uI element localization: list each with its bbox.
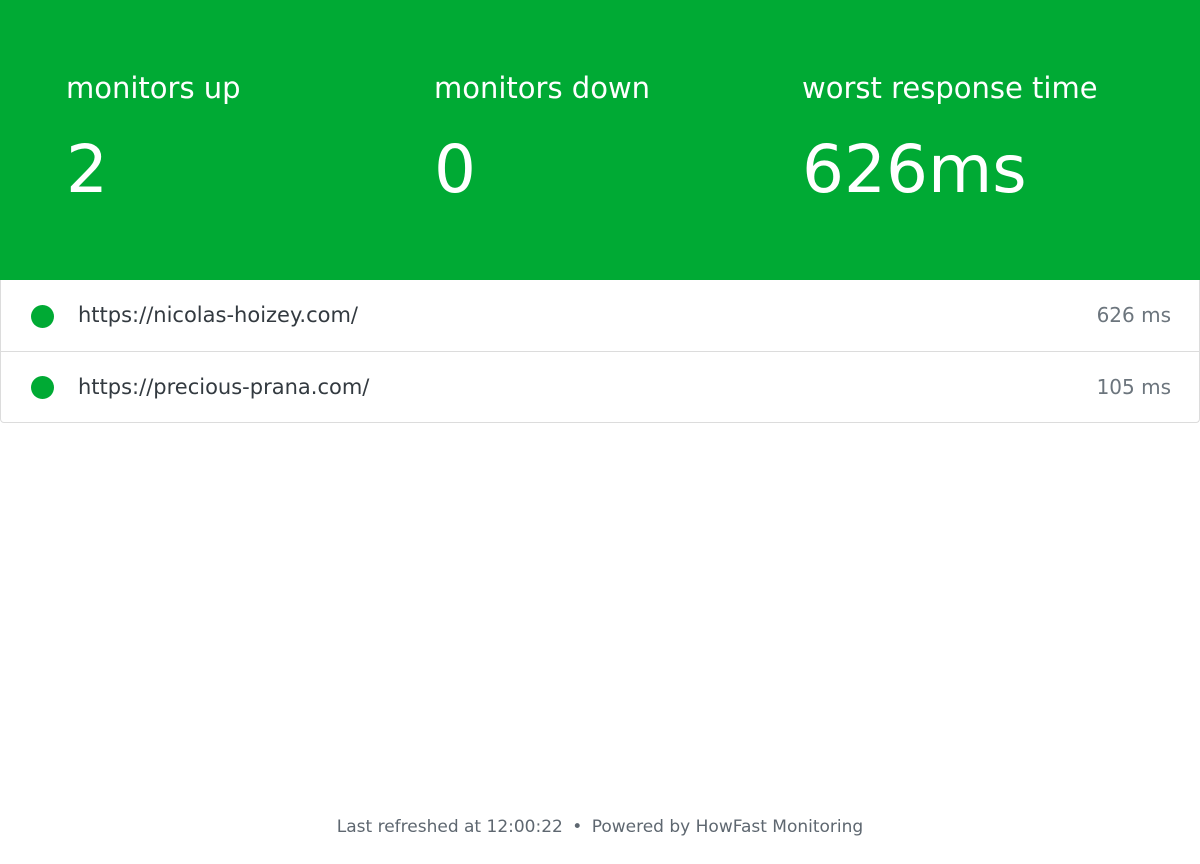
stat-value: 2 <box>66 131 108 208</box>
status-up-icon <box>31 304 54 328</box>
stat-label: worst response time <box>802 71 1098 105</box>
howfast-link[interactable]: HowFast Monitoring <box>696 817 864 837</box>
status-page: monitors up 2 monitors down 0 worst resp… <box>0 0 1200 864</box>
powered-by-text: Powered by <box>591 817 691 837</box>
summary-banner: monitors up 2 monitors down 0 worst resp… <box>0 0 1200 280</box>
status-up-icon <box>31 376 54 399</box>
monitor-url[interactable]: https://precious-prana.com/ <box>78 352 369 422</box>
stat-worst-response-time: worst response time 626ms <box>802 70 1098 210</box>
monitor-list: https://nicolas-hoizey.com/ 626 ms https… <box>0 280 1200 423</box>
stat-value: 0 <box>434 131 476 208</box>
monitor-row[interactable]: https://nicolas-hoizey.com/ 626 ms <box>1 280 1199 351</box>
footer: Last refreshed at 12:00:22 • Powered by … <box>0 814 1200 840</box>
last-refreshed-text: Last refreshed at 12:00:22 <box>336 817 563 837</box>
stat-label: monitors up <box>66 71 241 105</box>
monitor-response-time: 626 ms <box>1096 303 1171 327</box>
monitor-response-time: 105 ms <box>1096 375 1171 399</box>
stat-value: 626ms <box>802 131 1027 208</box>
monitor-url[interactable]: https://nicolas-hoizey.com/ <box>78 280 358 350</box>
monitor-row[interactable]: https://precious-prana.com/ 105 ms <box>1 351 1199 422</box>
stat-monitors-up: monitors up 2 <box>66 70 241 210</box>
stat-monitors-down: monitors down 0 <box>434 70 650 210</box>
footer-separator: • <box>572 817 583 837</box>
stat-label: monitors down <box>434 71 651 105</box>
